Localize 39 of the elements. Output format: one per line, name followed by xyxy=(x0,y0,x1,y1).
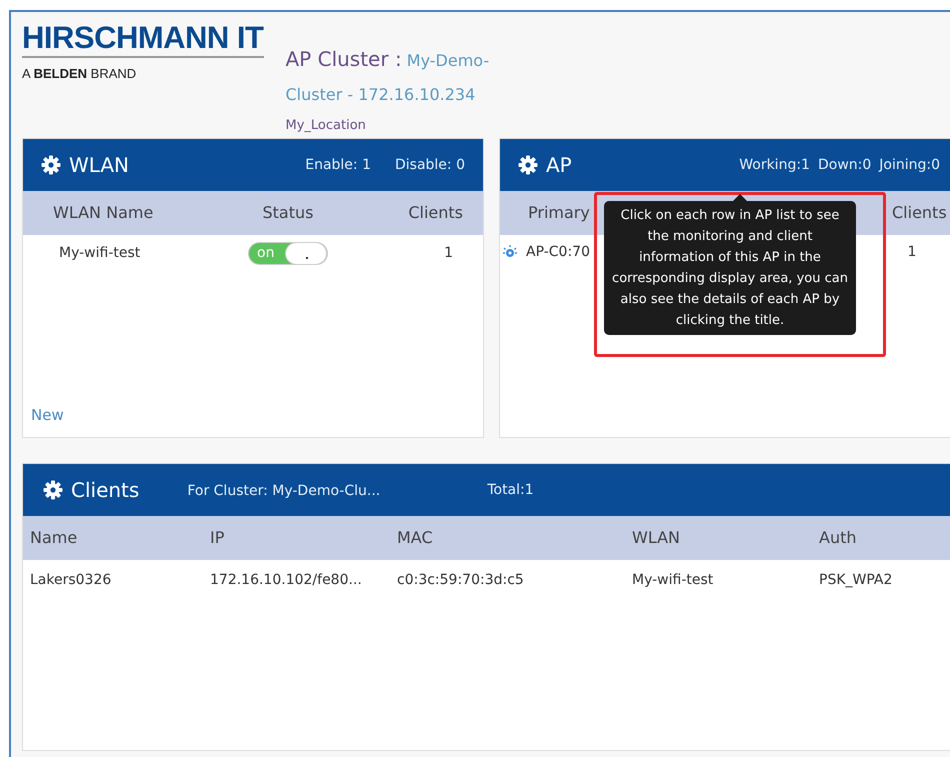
stat-label: Joining:0 xyxy=(879,156,940,174)
cluster-title: AP Cluster : My-Demo-Cluster - 172.16.10.234 xyxy=(286,46,490,106)
stat-label: Total:1 xyxy=(487,480,534,500)
column-header: WLAN Name xyxy=(53,203,154,222)
column-header: Primary xyxy=(528,203,590,222)
column-header: IP xyxy=(210,528,224,547)
tooltip: Click on each row in AP list to see the monitoring and client information of this AP in the corresponding display area, you can also see the details of each AP by clicking the title. xyxy=(604,201,856,335)
logo-title: HIRSCHMANN IT xyxy=(22,22,264,58)
new-link[interactable]: New xyxy=(31,406,64,424)
stat-label: For Cluster: My-Demo-Clu... xyxy=(187,483,380,499)
stat-label: Disable: 0 xyxy=(394,156,465,174)
table-cell: 172.16.10.102/fe80... xyxy=(210,572,362,588)
gear-icon[interactable] xyxy=(41,155,61,175)
stat-label: Working:1 xyxy=(739,156,810,174)
table-cell: 1 xyxy=(444,244,453,260)
table-cell: My-wifi-test xyxy=(632,572,714,588)
location-label: My_Location xyxy=(286,117,366,135)
column-header: Clients xyxy=(408,203,463,222)
table-cell: c0:3c:59:70:3d:c5 xyxy=(397,572,524,588)
table-cell: Lakers0326 xyxy=(30,572,112,588)
stat-label: Enable: 1 xyxy=(305,156,371,174)
table-cell: 1 xyxy=(908,244,916,260)
panel-title[interactable]: Clients xyxy=(71,475,140,505)
panel-title[interactable]: AP xyxy=(546,150,572,180)
column-header: WLAN xyxy=(632,528,680,547)
gear-icon[interactable] xyxy=(43,480,63,500)
column-header: Status xyxy=(262,203,314,222)
table-cell: My-wifi-test xyxy=(59,244,140,260)
column-header: MAC xyxy=(397,528,433,547)
column-header: Clients xyxy=(892,203,947,222)
gear-icon[interactable] xyxy=(518,155,538,175)
access-point-icon xyxy=(502,244,518,260)
column-header: Auth xyxy=(819,528,856,547)
logo-tagline: A BELDEN BRAND xyxy=(22,65,138,83)
column-header: Name xyxy=(30,528,78,547)
table-cell: PSK_WPA2 xyxy=(819,572,892,588)
stat-label: Down:0 xyxy=(818,156,872,174)
table-cell: AP-C0:70 xyxy=(526,244,590,260)
panel-title[interactable]: WLAN xyxy=(69,150,130,180)
